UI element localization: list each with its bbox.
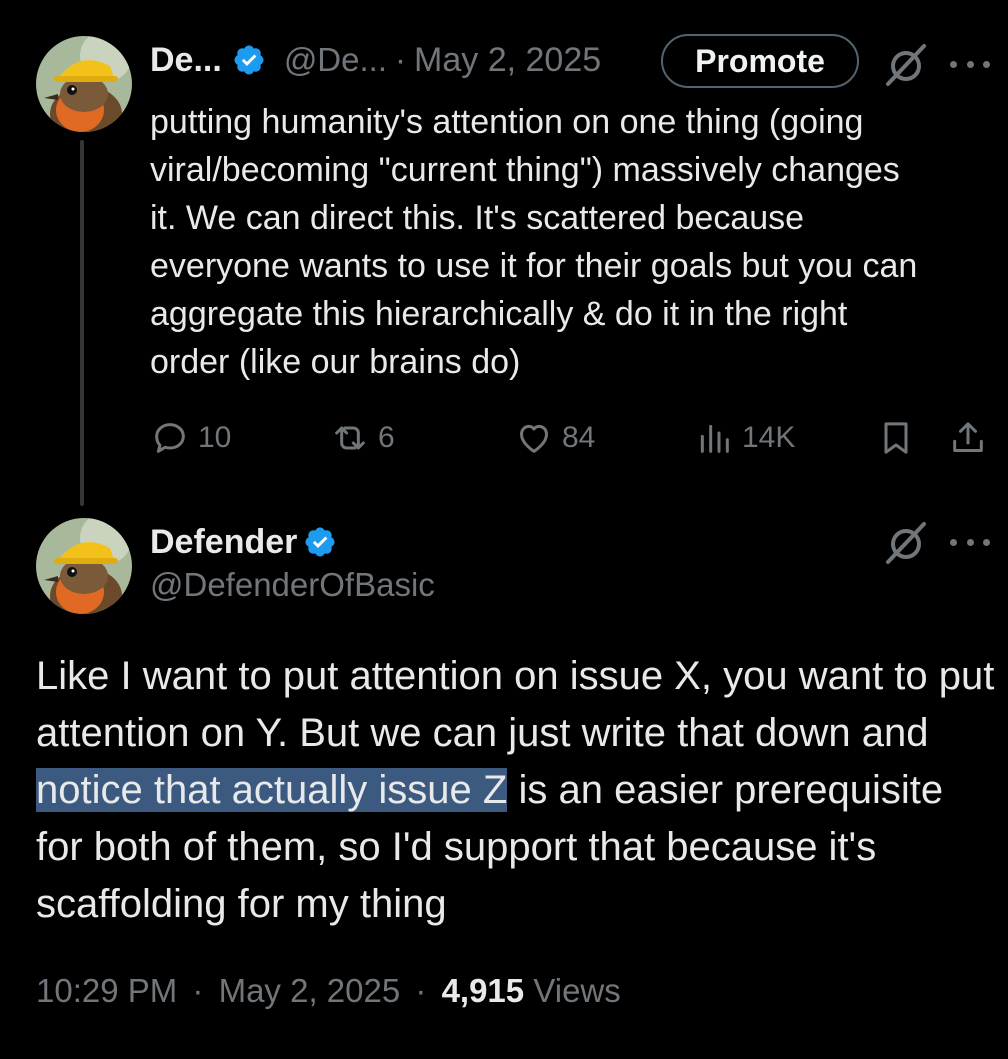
tweet-time[interactable]: 10:29 PM [36, 972, 177, 1009]
robin-avatar-icon [36, 36, 132, 132]
views-label: Views [533, 972, 621, 1009]
repost-button[interactable]: 6 [330, 414, 395, 462]
views-count: 14K [742, 421, 796, 454]
tweet-text: putting humanity's attention on one thin… [150, 103, 918, 381]
verified-badge-icon [303, 525, 337, 559]
repost-count: 6 [378, 421, 395, 454]
author-handle[interactable]: @De... [284, 41, 387, 79]
promote-button[interactable]: Promote [661, 34, 859, 88]
tweet-header: Defender [150, 518, 337, 566]
reply-count: 10 [198, 421, 232, 454]
views-button[interactable]: 14K [694, 414, 795, 462]
tweet-date[interactable]: May 2, 2025 [219, 972, 401, 1009]
tweet-text-part: Like I want to put attention on issue X,… [36, 654, 995, 755]
author-handle[interactable]: @DefenderOfBasic [150, 566, 435, 604]
robin-avatar-icon [36, 518, 132, 614]
reply-button[interactable]: 10 [150, 414, 231, 462]
heart-icon [520, 424, 548, 453]
thread-connector-line [80, 140, 84, 506]
bookmark-icon [884, 422, 908, 454]
repost-icon [335, 426, 365, 450]
author-name[interactable]: De... [150, 41, 222, 80]
grok-icon[interactable] [882, 518, 930, 566]
analytics-icon [700, 424, 729, 453]
selected-text-highlight: notice that actually issue Z [36, 768, 508, 812]
share-button[interactable] [948, 414, 988, 462]
separator-dot: · [415, 972, 427, 1009]
avatar[interactable] [36, 36, 132, 132]
tweet-date[interactable]: May 2, 2025 [414, 41, 601, 80]
like-count: 84 [562, 421, 596, 454]
tweet-header: De... @De... · May 2, 2025 [150, 32, 601, 88]
verified-badge-icon [232, 43, 266, 77]
like-button[interactable]: 84 [514, 414, 595, 462]
grok-icon[interactable] [882, 40, 930, 88]
bookmark-button[interactable] [876, 414, 916, 462]
share-icon [953, 422, 983, 452]
more-options-icon[interactable] [950, 532, 990, 552]
tweet-metadata: 10:29 PM · May 2, 2025 · 4,915 Views [36, 972, 621, 1010]
views-count[interactable]: 4,915 [442, 972, 525, 1009]
reply-icon [155, 423, 185, 453]
tweet-actions-bar: 10 6 84 14K [150, 414, 1000, 462]
separator-dot: · [192, 972, 204, 1009]
avatar[interactable] [36, 518, 132, 614]
author-name[interactable]: Defender [150, 523, 297, 562]
separator-dot: · [395, 41, 407, 78]
tweet-text: Like I want to put attention on issue X,… [36, 648, 996, 933]
more-options-icon[interactable] [950, 54, 990, 74]
